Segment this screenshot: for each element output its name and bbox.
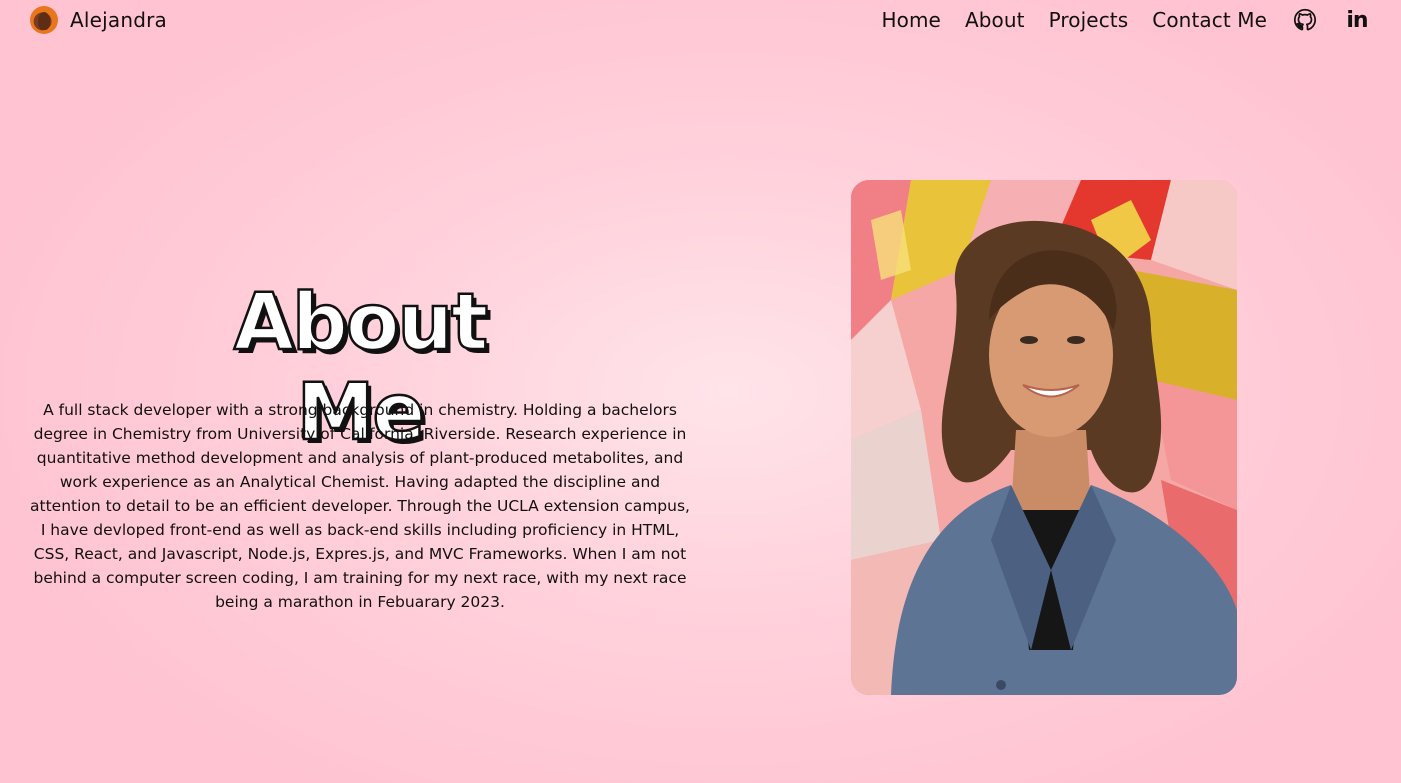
nav-link-about[interactable]: About [965,8,1025,32]
brand-logo-icon [30,6,58,34]
nav-link-home[interactable]: Home [882,8,941,32]
profile-photo [851,180,1237,695]
about-description: A full stack developer with a strong bac… [30,401,690,611]
navbar: Alejandra Home About Projects Contact Me… [0,0,1401,40]
linkedin-icon[interactable]: in [1343,6,1371,34]
nav-link-contact-me[interactable]: Contact Me [1152,8,1267,32]
brand-name: Alejandra [70,8,168,32]
nav-links: Home About Projects Contact Me in [882,0,1401,40]
github-icon[interactable] [1291,6,1319,34]
brand-link[interactable]: Alejandra [30,5,167,35]
nav-link-projects[interactable]: Projects [1049,8,1129,32]
